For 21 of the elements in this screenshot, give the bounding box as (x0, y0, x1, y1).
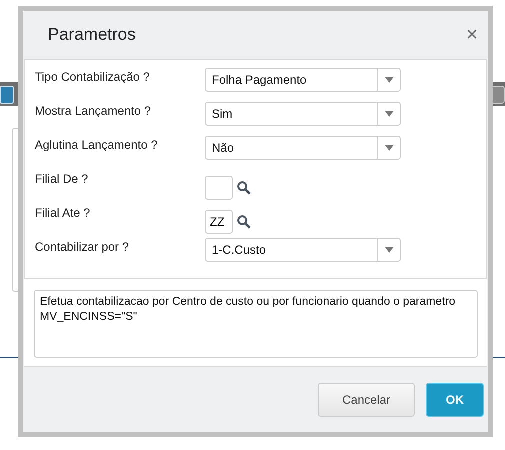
search-icon[interactable] (237, 215, 251, 229)
description-text: Efetua contabilizacao por Centro de custo ou por funcionario quando o parametro MV_ENCINSS="S" (34, 290, 478, 358)
search-icon[interactable] (237, 181, 251, 195)
field-label: Contabilizar por ? (35, 239, 130, 254)
dropdown[interactable]: Folha Pagamento (205, 68, 401, 92)
dropdown[interactable]: Sim (205, 102, 401, 126)
dropdown[interactable]: Não (205, 136, 401, 160)
field-label: Aglutina Lançamento ? (35, 137, 159, 152)
input-field[interactable]: ZZ (205, 210, 233, 234)
dropdown[interactable]: 1-C.Custo (205, 238, 401, 262)
field-label: Tipo Contabilização ? (35, 69, 151, 84)
caret-icon (384, 247, 394, 253)
caret-icon (384, 111, 394, 117)
field-label: Filial Ate ? (35, 205, 92, 220)
field-label: Filial De ? (35, 171, 90, 186)
close-button[interactable]: × (466, 24, 478, 46)
field-label: Mostra Lançamento ? (35, 103, 152, 118)
dialog-title: Parametros (48, 25, 136, 45)
caret-icon (384, 145, 394, 151)
cancel-button[interactable]: Cancelar (318, 382, 415, 416)
input-field[interactable] (205, 176, 233, 200)
